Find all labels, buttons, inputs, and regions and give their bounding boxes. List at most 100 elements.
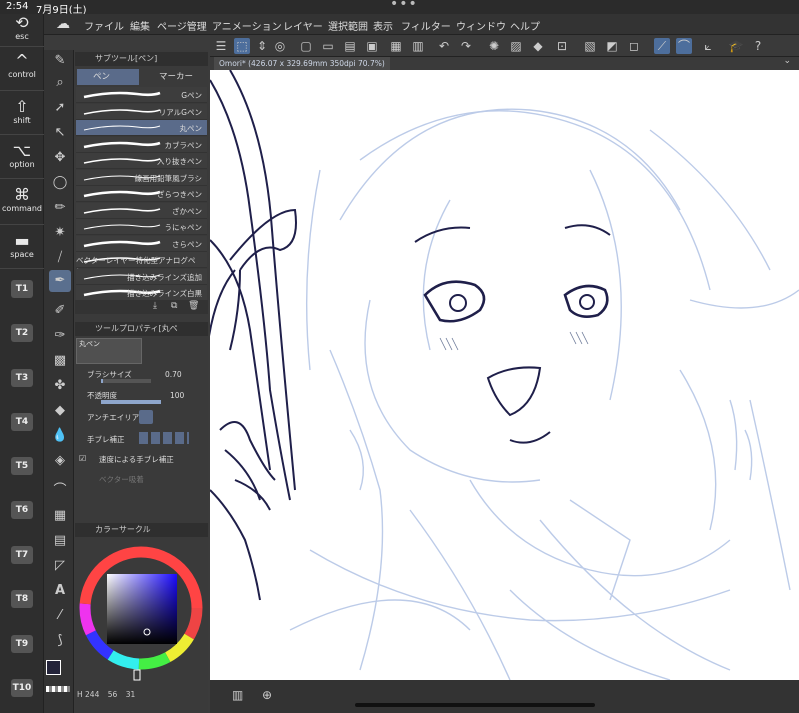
invert-icon[interactable]: ◩	[604, 38, 620, 54]
option-key[interactable]: ⌥ option	[0, 142, 44, 170]
snap-special-icon[interactable]: ⌒	[676, 38, 692, 54]
t9-key[interactable]: T9	[11, 635, 33, 653]
delete-subtool-icon[interactable]: 🗑	[188, 301, 199, 311]
brush-size-row[interactable]: ブラシサイズ 0.70	[75, 369, 208, 386]
document-tab[interactable]: Omori* (426.07 x 329.69mm 350dpi 70.7%)	[214, 57, 390, 70]
add-subtool-icon[interactable]: ⤓	[153, 301, 157, 311]
upload-icon[interactable]: ▥	[410, 38, 426, 54]
magic-wand-icon[interactable]: ✷	[49, 222, 71, 244]
fill-tool-icon[interactable]: ◈	[49, 450, 71, 472]
lasso-tool-icon[interactable]: ◯	[49, 172, 71, 194]
eraser-tool-icon[interactable]: ◆	[49, 400, 71, 422]
hamburger-icon[interactable]: ☰	[213, 38, 229, 54]
color-wheel[interactable]	[77, 542, 207, 688]
brush-item[interactable]: 線画用鉛筆風ブラシ	[76, 169, 207, 186]
multitask-dots[interactable]: •••	[390, 0, 418, 12]
menu-edit[interactable]: 編集	[130, 18, 150, 33]
brush-tool-icon[interactable]: ✑	[49, 325, 71, 347]
target-icon[interactable]: ⊕	[262, 688, 272, 702]
brush-item[interactable]: 丸ペン	[76, 120, 207, 136]
pencil-select-tool-icon[interactable]: ✏	[49, 197, 71, 219]
antialias-row[interactable]: アンチエイリアス	[75, 410, 208, 429]
stabilization-bar[interactable]	[139, 432, 189, 444]
pen-tool-head-icon[interactable]: ✎	[49, 50, 71, 72]
copy-subtool-icon[interactable]: ⧉	[171, 301, 177, 311]
tab-marker[interactable]: マーカー	[143, 69, 205, 85]
transform-icon[interactable]: ⊡	[554, 38, 570, 54]
speech-balloon-tool-icon[interactable]: ◸	[49, 555, 71, 577]
undo-icon[interactable]: ↶	[436, 38, 452, 54]
brush-item[interactable]: ベクターレイヤー特化型アナログペン	[76, 252, 207, 276]
t1-key[interactable]: T1	[11, 280, 33, 298]
menu-selection[interactable]: 選択範囲	[328, 18, 368, 33]
t5-key[interactable]: T5	[11, 457, 33, 475]
stabilization-row[interactable]: 手ブレ補正	[75, 432, 208, 451]
t10-key[interactable]: T10	[11, 679, 33, 697]
menu-file[interactable]: ファイル	[84, 18, 124, 33]
command-key[interactable]: ⌘ command	[0, 186, 44, 214]
menu-window[interactable]: ウィンドウ	[456, 18, 506, 33]
checkbox-icon[interactable]: ☑	[79, 454, 86, 463]
t8-key[interactable]: T8	[11, 590, 33, 608]
open-folder-icon[interactable]: ▭	[320, 38, 336, 54]
tab-menu-icon[interactable]: ⌄	[783, 56, 791, 66]
curve-tool-icon[interactable]: ⌒	[49, 480, 71, 502]
brush-item[interactable]: ざかペン	[76, 202, 207, 219]
frame-tool-icon[interactable]: ▤	[49, 530, 71, 552]
menu-animation[interactable]: アニメーション	[212, 18, 282, 33]
eyedropper-icon[interactable]: ⧸	[49, 247, 71, 269]
t3-key[interactable]: T3	[11, 369, 33, 387]
ruler-icon[interactable]: ⟀	[700, 38, 716, 54]
menu-layer[interactable]: レイヤー	[283, 18, 323, 33]
clip-icon[interactable]: ◎	[272, 38, 288, 54]
pen-tool-icon[interactable]: ✒	[49, 270, 71, 292]
opacity-row[interactable]: 不透明度 100	[75, 390, 208, 407]
help-icon[interactable]: ?	[750, 38, 766, 54]
control-key[interactable]: ^ control	[0, 52, 44, 80]
object-tool-icon[interactable]: ➚	[49, 97, 71, 119]
t6-key[interactable]: T6	[11, 501, 33, 519]
ruler-tool-icon[interactable]: ⁄	[49, 605, 71, 627]
menu-page[interactable]: ページ管理	[157, 18, 207, 33]
space-key[interactable]: ▬ space	[0, 232, 44, 260]
esc-key[interactable]: ⟲ esc	[0, 14, 44, 42]
opacity-slider[interactable]	[101, 400, 161, 404]
chevron-updown-icon[interactable]: ⇕	[254, 38, 270, 54]
quick-access-icon[interactable]: ⬚	[234, 38, 250, 54]
brush-item[interactable]: 入り抜きペン	[76, 153, 207, 169]
gradient-tool-icon[interactable]: ▦	[49, 505, 71, 527]
clear-icon[interactable]: ▨	[508, 38, 524, 54]
brush-size-slider[interactable]	[101, 379, 151, 383]
sidebar-toggle-icon[interactable]: ▥	[232, 688, 243, 702]
t4-key[interactable]: T4	[11, 413, 33, 431]
new-file-icon[interactable]: ▢	[298, 38, 314, 54]
select-object-tool-icon[interactable]: ↖	[49, 122, 71, 144]
correct-line-tool-icon[interactable]: ⟆	[49, 630, 71, 652]
selection-border-icon[interactable]: ◻	[626, 38, 642, 54]
decoration-tool-icon[interactable]: ✤	[49, 375, 71, 397]
speed-stabilization-row[interactable]: ☑ 速度による手ブレ補正	[75, 454, 208, 471]
app-logo-icon[interactable]: ☁	[56, 16, 70, 32]
pencil-tool-icon[interactable]: ✐	[49, 300, 71, 322]
brush-item[interactable]: Gペン	[76, 87, 207, 103]
menu-help[interactable]: ヘルプ	[510, 18, 540, 33]
blend-tool-icon[interactable]: 💧	[49, 425, 71, 447]
brush-item[interactable]: リアルGペン	[76, 103, 207, 120]
move-tool-icon[interactable]: ✥	[49, 147, 71, 169]
brush-item[interactable]: カブラペン	[76, 136, 207, 153]
brush-item[interactable]: 描き込みラインズ追加	[76, 268, 207, 285]
learn-icon[interactable]: 🎓	[728, 38, 744, 54]
airbrush-tool-icon[interactable]: ▩	[49, 350, 71, 372]
main-color-swatch[interactable]	[46, 660, 61, 675]
loading-icon[interactable]: ✺	[486, 38, 502, 54]
snap-ruler-icon[interactable]: ⟋	[654, 38, 670, 54]
t2-key[interactable]: T2	[11, 324, 33, 342]
menu-view[interactable]: 表示	[373, 18, 393, 33]
transparent-swatch[interactable]	[46, 686, 70, 692]
brush-item[interactable]: さらペン	[76, 235, 207, 252]
brush-item[interactable]: 描き込みラインズ白黒	[76, 285, 207, 301]
fill-icon[interactable]: ◆	[530, 38, 546, 54]
zoom-tool-icon[interactable]: ⌕	[49, 72, 71, 94]
tab-pen[interactable]: ペン	[77, 69, 139, 85]
brush-item[interactable]: ざらつきペン	[76, 186, 207, 202]
